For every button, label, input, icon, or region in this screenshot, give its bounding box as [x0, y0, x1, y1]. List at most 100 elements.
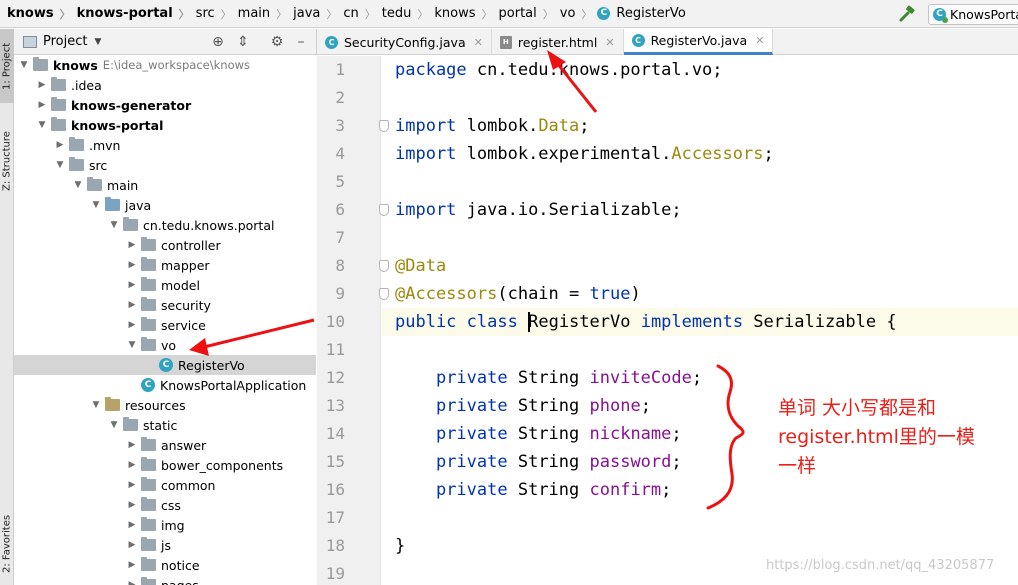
- tree-node[interactable]: ▶ js: [14, 535, 316, 555]
- package-icon: [141, 297, 156, 311]
- tree-node[interactable]: ▶ .mvn: [14, 135, 316, 155]
- tree-node[interactable]: ▼ java: [14, 195, 316, 215]
- tree-node-label: bower_components: [161, 457, 284, 473]
- tree-node[interactable]: ▼ knows E:\idea_workspace\knows: [14, 55, 316, 75]
- breadcrumb-item[interactable]: tedu 〉: [379, 0, 432, 28]
- module-folder-icon: [51, 117, 66, 131]
- chevron-right-icon[interactable]: ▶: [126, 580, 138, 585]
- tree-node[interactable]: ▶ knows-generator: [14, 95, 316, 115]
- chevron-down-icon[interactable]: ▼: [94, 37, 101, 47]
- fold-marker-icon[interactable]: [379, 288, 389, 300]
- editor-tab[interactable]: Hregister.html ✕: [492, 29, 624, 55]
- run-configuration-selector[interactable]: C KnowsPorta: [928, 4, 1018, 25]
- project-panel-title[interactable]: Project: [43, 34, 87, 49]
- code-token: private: [435, 452, 508, 472]
- tree-node[interactable]: ▶ notice: [14, 555, 316, 575]
- chevron-down-icon[interactable]: ▼: [126, 340, 138, 350]
- code-token: private: [435, 424, 508, 444]
- tree-node[interactable]: ▼ src: [14, 155, 316, 175]
- locate-file-icon[interactable]: ⊕: [210, 34, 226, 50]
- tree-node[interactable]: ▶ pages: [14, 575, 316, 585]
- editor-tab[interactable]: C SecurityConfig.java ✕: [317, 29, 492, 55]
- tree-node[interactable]: C RegisterVo: [14, 355, 316, 375]
- breadcrumb-separator-icon: 〉: [481, 7, 493, 21]
- chevron-right-icon[interactable]: ▶: [126, 540, 138, 550]
- editor-tab[interactable]: C RegisterVo.java ✕: [623, 29, 774, 55]
- fold-marker-icon[interactable]: [379, 260, 389, 272]
- tree-node[interactable]: ▶ img: [14, 515, 316, 535]
- structure-tool-tab[interactable]: Z: Structure: [0, 121, 14, 201]
- chevron-down-icon[interactable]: ▼: [36, 120, 48, 130]
- gear-icon[interactable]: ⚙: [269, 34, 285, 50]
- build-hammer-icon[interactable]: [898, 5, 916, 23]
- tree-node[interactable]: ▶ answer: [14, 435, 316, 455]
- tree-node[interactable]: ▼ vo: [14, 335, 316, 355]
- tree-node[interactable]: ▼ resources: [14, 395, 316, 415]
- chevron-right-icon[interactable]: ▶: [126, 480, 138, 490]
- chevron-right-icon[interactable]: ▶: [126, 280, 138, 290]
- close-icon[interactable]: ✕: [755, 34, 764, 47]
- tree-node[interactable]: ▶ common: [14, 475, 316, 495]
- chevron-right-icon[interactable]: ▶: [126, 320, 138, 330]
- chevron-down-icon[interactable]: ▼: [18, 60, 30, 70]
- breadcrumb-item[interactable]: java 〉: [290, 0, 340, 28]
- tree-node-label: KnowsPortalApplication: [160, 377, 307, 393]
- folder-icon: [105, 397, 120, 411]
- chevron-right-icon[interactable]: ▶: [126, 260, 138, 270]
- chevron-right-icon[interactable]: ▶: [126, 520, 138, 530]
- favorites-tool-tab[interactable]: 2: Favorites: [0, 503, 14, 585]
- collapse-all-icon[interactable]: ⇕: [235, 34, 251, 50]
- chevron-right-icon[interactable]: ▶: [36, 80, 48, 90]
- breadcrumb-item[interactable]: vo 〉: [557, 0, 596, 28]
- breadcrumb-item[interactable]: C RegisterVo: [595, 0, 688, 28]
- tree-node[interactable]: ▶ mapper: [14, 255, 316, 275]
- close-icon[interactable]: ✕: [474, 36, 483, 49]
- breadcrumb-item[interactable]: main 〉: [235, 0, 290, 28]
- chevron-right-icon[interactable]: ▶: [126, 560, 138, 570]
- code-token: java.io.Serializable;: [456, 200, 682, 220]
- chevron-down-icon[interactable]: ▼: [90, 400, 102, 410]
- chevron-right-icon[interactable]: ▶: [126, 240, 138, 250]
- breadcrumb-item[interactable]: knows 〉: [4, 0, 74, 28]
- tree-node[interactable]: ▶ .idea: [14, 75, 316, 95]
- project-tool-tab[interactable]: 1: Project: [0, 29, 14, 103]
- breadcrumb-item[interactable]: cn 〉: [340, 0, 378, 28]
- chevron-right-icon[interactable]: ▶: [126, 440, 138, 450]
- project-panel-header: Project ▼ ⊕ ⇕ ⚙ –: [14, 29, 316, 55]
- tree-node[interactable]: ▼ main: [14, 175, 316, 195]
- tree-node-label: mapper: [161, 257, 210, 273]
- chevron-right-icon[interactable]: ▶: [126, 500, 138, 510]
- breadcrumb-item[interactable]: portal 〉: [496, 0, 557, 28]
- chevron-down-icon[interactable]: ▼: [108, 420, 120, 430]
- breadcrumb-item[interactable]: src 〉: [193, 0, 235, 28]
- chevron-down-icon[interactable]: ▼: [90, 200, 102, 210]
- chevron-right-icon[interactable]: ▶: [54, 140, 66, 150]
- hide-panel-icon[interactable]: –: [293, 34, 309, 50]
- tree-node[interactable]: ▼ cn.tedu.knows.portal: [14, 215, 316, 235]
- tree-node[interactable]: ▶ security: [14, 295, 316, 315]
- chevron-right-icon[interactable]: ▶: [126, 300, 138, 310]
- tree-node[interactable]: ▶ service: [14, 315, 316, 335]
- fold-marker-icon[interactable]: [379, 120, 389, 132]
- tree-node[interactable]: ▶ css: [14, 495, 316, 515]
- tree-node[interactable]: ▶ controller: [14, 235, 316, 255]
- tree-node-label: css: [161, 497, 181, 513]
- code-token: String: [507, 452, 590, 472]
- chevron-down-icon[interactable]: ▼: [108, 220, 120, 230]
- tree-node[interactable]: ▼ knows-portal: [14, 115, 316, 135]
- chevron-right-icon[interactable]: ▶: [126, 460, 138, 470]
- chevron-down-icon[interactable]: ▼: [72, 180, 84, 190]
- code-token: nickname: [589, 424, 672, 444]
- editor-tab-label: SecurityConfig.java: [344, 34, 466, 50]
- code-token: ;: [671, 452, 682, 472]
- fold-marker-icon[interactable]: [379, 204, 389, 216]
- breadcrumb-item[interactable]: knows 〉: [431, 0, 495, 28]
- tree-node[interactable]: ▶ model: [14, 275, 316, 295]
- chevron-right-icon[interactable]: ▶: [36, 100, 48, 110]
- tree-node[interactable]: ▶ bower_components: [14, 455, 316, 475]
- chevron-down-icon[interactable]: ▼: [54, 160, 66, 170]
- close-icon[interactable]: ✕: [605, 36, 614, 49]
- tree-node[interactable]: ▼ static: [14, 415, 316, 435]
- tree-node[interactable]: C KnowsPortalApplication: [14, 375, 316, 395]
- breadcrumb-item[interactable]: knows-portal 〉: [74, 0, 193, 28]
